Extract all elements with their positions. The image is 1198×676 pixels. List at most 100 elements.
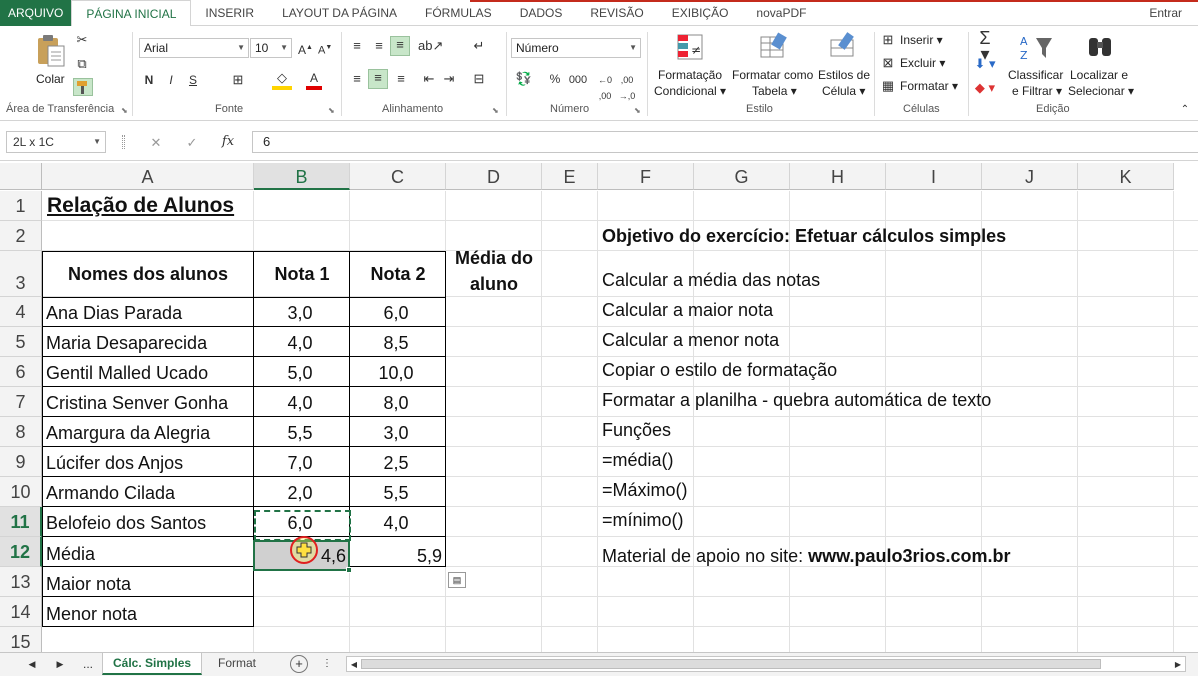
column-header-a[interactable]: A [42, 163, 254, 190]
insert-cells-button[interactable]: ⊞ Inserir ▾ [880, 32, 964, 50]
currency-icon[interactable]: 💱 [514, 71, 534, 87]
column-header-e[interactable]: E [542, 163, 598, 190]
tab-page-layout[interactable]: LAYOUT DA PÁGINA [268, 0, 411, 26]
format-as-table-button[interactable]: Formatar como Tabela ▾ [730, 32, 816, 100]
delete-cells-button[interactable]: ⊠ Excluir ▾ [880, 55, 964, 73]
merge-center-icon[interactable]: ⊟ [470, 71, 488, 87]
horizontal-scrollbar[interactable]: ◀ ▶ [346, 656, 1186, 672]
spreadsheet-grid[interactable]: ABCDEFGHIJK 1 2 3 4 5 6 7 8 9 10 11 12 13 14 15 Relaçã… [0, 163, 1198, 652]
select-all-corner[interactable] [0, 163, 42, 190]
student-nota2[interactable]: 5,5 [350, 478, 442, 508]
tab-split-icon[interactable]: ⋮ [322, 656, 332, 672]
font-size-dropdown[interactable]: 10 ▼ [250, 38, 292, 58]
scroll-right-icon[interactable]: ▶ [1173, 657, 1183, 673]
tab-review[interactable]: REVISÃO [576, 0, 657, 26]
student-nota1[interactable]: 3,0 [254, 298, 346, 328]
column-header-f[interactable]: F [598, 163, 694, 190]
column-header-c[interactable]: C [350, 163, 446, 190]
student-nota1[interactable]: 4,0 [254, 328, 346, 358]
student-nota1[interactable]: 7,0 [254, 448, 346, 478]
number-format-dropdown[interactable]: Número ▼ [511, 38, 641, 58]
italic-button[interactable]: I [164, 72, 178, 88]
student-nota1[interactable]: 2,0 [254, 478, 346, 508]
enter-icon[interactable]: ✓ [184, 135, 200, 151]
align-middle-icon[interactable]: ≡ [370, 38, 388, 54]
sign-in-link[interactable]: Entrar [1149, 0, 1182, 26]
row-header-6[interactable]: 6 [0, 357, 42, 387]
next-sheet-icon[interactable]: ▶ [54, 656, 66, 672]
row-header-8[interactable]: 8 [0, 417, 42, 447]
align-center-icon[interactable]: ≡ [368, 69, 388, 89]
student-nota2[interactable]: 2,5 [350, 448, 442, 478]
tab-formulas[interactable]: FÓRMULAS [411, 0, 506, 26]
prev-sheet-icon[interactable]: ◀ [26, 656, 38, 672]
student-name[interactable]: Gentil Malled Ucado [46, 358, 208, 388]
student-nota1[interactable]: 4,0 [254, 388, 346, 418]
column-header-j[interactable]: J [982, 163, 1078, 190]
clipboard-launcher-icon[interactable]: ⬊ [121, 106, 128, 115]
column-header-b[interactable]: B [254, 163, 350, 190]
fill-color-icon[interactable]: ◇ [272, 70, 292, 90]
paste-options-icon[interactable]: ▤ [448, 572, 466, 588]
wrap-text-icon[interactable]: ↵ [470, 38, 488, 54]
fill-icon[interactable]: ⬇ ▾ [974, 56, 996, 72]
bold-button[interactable]: N [142, 72, 156, 88]
row-header-9[interactable]: 9 [0, 447, 42, 477]
student-nota2[interactable]: 8,5 [350, 328, 442, 358]
student-nota2[interactable]: 6,0 [350, 298, 442, 328]
media-nota2-value[interactable]: 5,9 [350, 541, 442, 571]
row-header-11[interactable]: 11 [0, 507, 42, 537]
formula-input[interactable]: 6 [252, 131, 1198, 153]
align-left-icon[interactable]: ≡ [348, 71, 366, 87]
sheet-tab-calc-simples[interactable]: Cálc. Simples [102, 653, 203, 675]
student-name[interactable]: Amargura da Alegria [46, 418, 210, 448]
more-sheets-button[interactable]: ... [78, 656, 98, 672]
row-header-3[interactable]: 3 [0, 251, 42, 297]
format-painter-icon[interactable] [73, 78, 93, 96]
cell-styles-button[interactable]: Estilos de Célula ▾ [816, 32, 872, 100]
row-header-4[interactable]: 4 [0, 297, 42, 327]
format-cells-button[interactable]: ▦ Formatar ▾ [880, 78, 964, 96]
align-top-icon[interactable]: ≡ [348, 38, 366, 54]
grow-font-icon[interactable]: A▲ [298, 40, 313, 58]
fill-handle[interactable] [346, 567, 352, 573]
clear-icon[interactable]: ◆ ▾ [974, 80, 996, 96]
student-name[interactable]: Ana Dias Parada [46, 298, 182, 328]
shrink-font-icon[interactable]: A▼ [318, 40, 332, 59]
conditional-formatting-button[interactable]: ≠ Formatação Condicional ▾ [652, 32, 728, 100]
scroll-left-icon[interactable]: ◀ [349, 657, 359, 673]
borders-icon[interactable]: ⊞ [228, 72, 248, 88]
student-name[interactable]: Belofeio dos Santos [46, 508, 206, 538]
align-bottom-icon[interactable]: ≡ [390, 36, 410, 56]
decrease-indent-icon[interactable]: ⇤ [420, 71, 438, 87]
add-sheet-icon[interactable]: + [290, 655, 308, 673]
scrollbar-thumb[interactable] [361, 659, 1101, 669]
row-header-15[interactable]: 15 [0, 627, 42, 652]
column-header-g[interactable]: G [694, 163, 790, 190]
row-header-14[interactable]: 14 [0, 597, 42, 627]
number-launcher-icon[interactable]: ⬊ [634, 106, 641, 115]
student-name[interactable]: Lúcifer dos Anjos [46, 448, 183, 478]
column-header-h[interactable]: H [790, 163, 886, 190]
collapse-ribbon-icon[interactable]: ⌃ [1178, 102, 1192, 118]
column-header-k[interactable]: K [1078, 163, 1174, 190]
font-name-dropdown[interactable]: Arial ▼ [139, 38, 249, 58]
tab-novapdf[interactable]: novaPDF [742, 0, 820, 26]
student-nota1[interactable]: 5,0 [254, 358, 346, 388]
increase-indent-icon[interactable]: ⇥ [440, 71, 458, 87]
row-header-10[interactable]: 10 [0, 477, 42, 507]
student-nota2[interactable]: 3,0 [350, 418, 442, 448]
tab-view[interactable]: EXIBIÇÃO [658, 0, 743, 26]
row-header-1[interactable]: 1 [0, 191, 42, 221]
cancel-icon[interactable]: ✕ [148, 135, 164, 151]
row-header-7[interactable]: 7 [0, 387, 42, 417]
student-name[interactable]: Maria Desaparecida [46, 328, 207, 358]
student-nota2[interactable]: 8,0 [350, 388, 442, 418]
cut-icon[interactable]: ✂ [74, 32, 90, 48]
row-header-13[interactable]: 13 [0, 567, 42, 597]
align-right-icon[interactable]: ≡ [392, 71, 410, 87]
column-header-d[interactable]: D [446, 163, 542, 190]
student-name[interactable]: Cristina Senver Gonha [46, 388, 228, 418]
tab-home[interactable]: PÁGINA INICIAL [71, 0, 192, 27]
row-header-12[interactable]: 12 [0, 537, 42, 567]
